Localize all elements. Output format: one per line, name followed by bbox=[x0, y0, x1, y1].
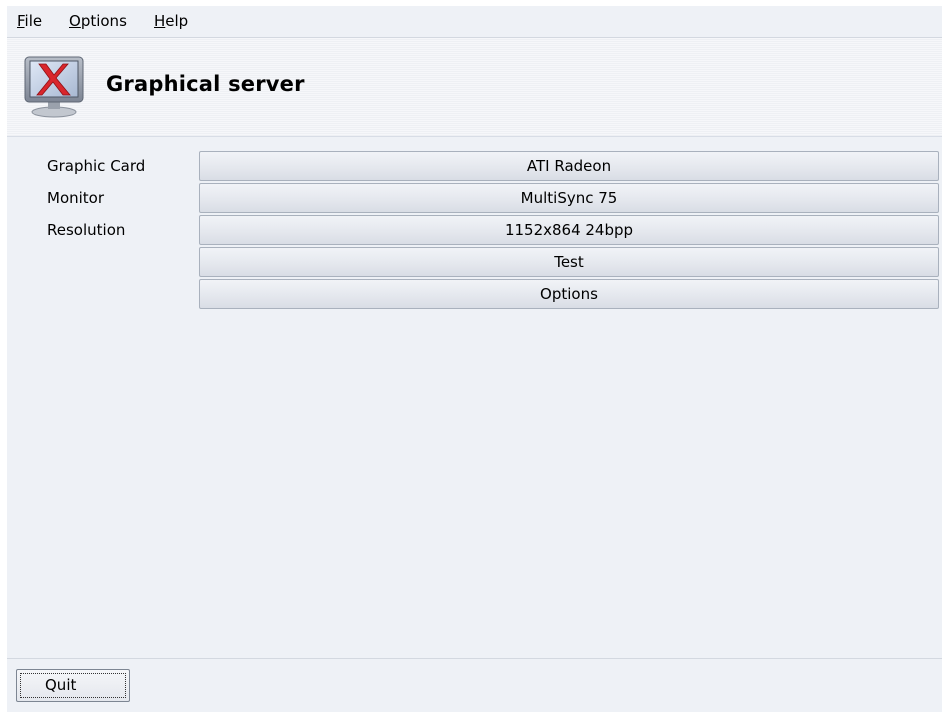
menu-options[interactable]: Options bbox=[69, 12, 127, 30]
page-header: Graphical server bbox=[7, 38, 942, 137]
test-button[interactable]: Test bbox=[199, 247, 939, 277]
quit-button-label: Quit bbox=[20, 673, 126, 698]
monitor-button[interactable]: MultiSync 75 bbox=[199, 183, 939, 213]
graphic-card-label: Graphic Card bbox=[47, 157, 146, 175]
menu-file[interactable]: File bbox=[17, 12, 42, 30]
graphic-card-button[interactable]: ATI Radeon bbox=[199, 151, 939, 181]
monitor-label: Monitor bbox=[47, 189, 105, 207]
footer-divider bbox=[7, 658, 942, 659]
quit-button[interactable]: Quit bbox=[16, 669, 130, 702]
page-title: Graphical server bbox=[106, 72, 305, 96]
menu-help[interactable]: Help bbox=[154, 12, 188, 30]
resolution-label: Resolution bbox=[47, 221, 126, 239]
resolution-button[interactable]: 1152x864 24bpp bbox=[199, 215, 939, 245]
app-window: File Options Help Graphical server Graph… bbox=[7, 6, 942, 712]
menu-bar: File Options Help bbox=[7, 6, 942, 38]
x-monitor-icon bbox=[23, 55, 85, 119]
options-button[interactable]: Options bbox=[199, 279, 939, 309]
